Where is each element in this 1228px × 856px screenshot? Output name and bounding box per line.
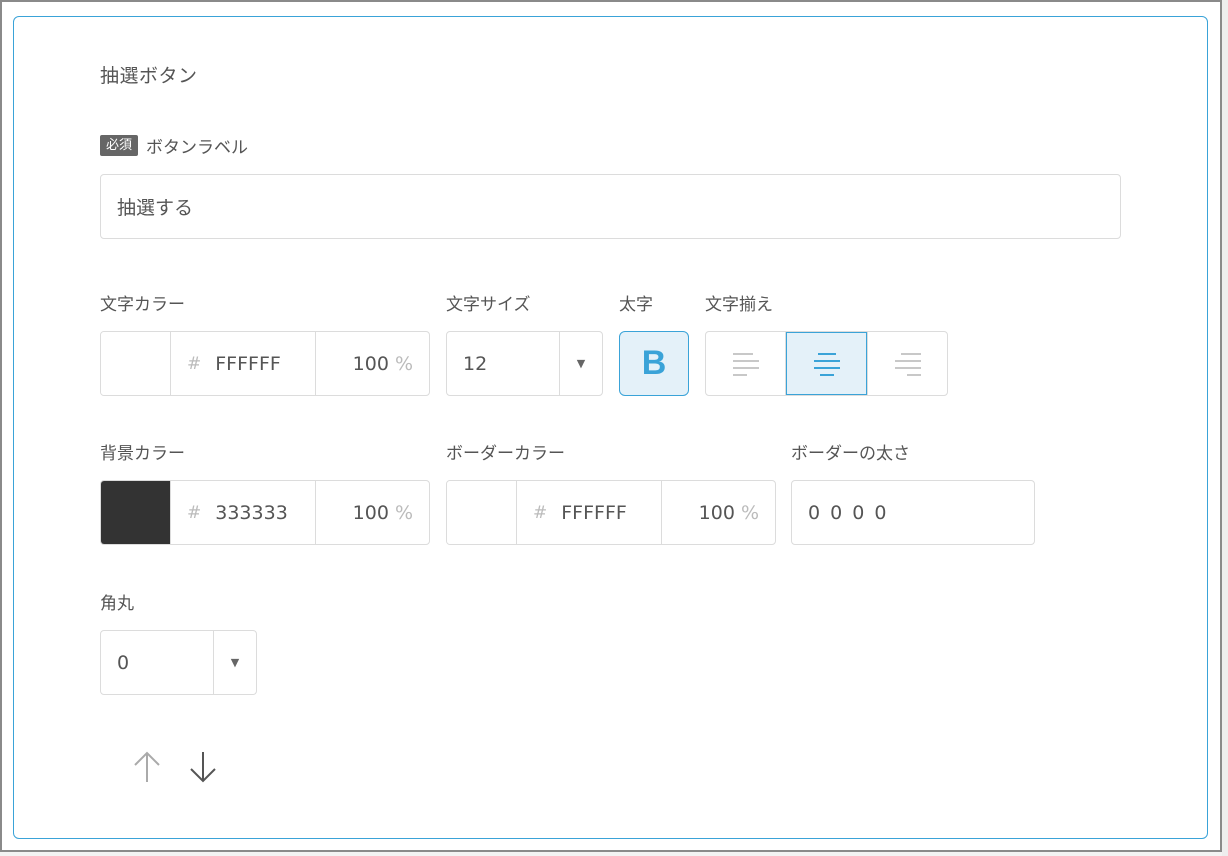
border-color-opacity-field[interactable]: 100 %: [662, 481, 775, 544]
hash-symbol: #: [533, 502, 548, 523]
bold-icon: B: [641, 344, 667, 382]
percent-symbol: %: [394, 501, 413, 524]
move-up-button[interactable]: [127, 747, 167, 787]
arrow-down-icon: [190, 752, 216, 783]
text-color-opacity-field[interactable]: 100 %: [316, 332, 429, 395]
text-color-label: 文字カラー: [100, 295, 185, 315]
scrollbar-track[interactable]: [1222, 0, 1228, 856]
text-color-swatch[interactable]: [101, 332, 171, 395]
border-color-picker: # FFFFFF 100 %: [446, 480, 776, 545]
text-size-value: 12: [463, 352, 488, 375]
align-right-button[interactable]: [867, 332, 947, 395]
text-size-select[interactable]: 12 ▼: [446, 331, 603, 396]
border-width-input[interactable]: 0 0 0 0: [791, 480, 1035, 545]
border-color-opacity-value: 100: [698, 501, 735, 524]
border-color-hex-field[interactable]: # FFFFFF: [517, 481, 662, 544]
align-left-button[interactable]: [706, 332, 786, 395]
button-label-label: ボタンラベル: [146, 138, 249, 158]
arrow-up-icon: [134, 751, 160, 782]
text-color-picker: # FFFFFF 100 %: [100, 331, 430, 396]
text-align-label: 文字揃え: [705, 295, 773, 315]
bg-color-swatch[interactable]: [101, 481, 171, 544]
corner-radius-value: 0: [117, 651, 130, 674]
corner-radius-label: 角丸: [100, 594, 134, 614]
hash-symbol: #: [187, 353, 202, 374]
bg-color-hex-value: 333333: [215, 501, 288, 524]
bold-toggle-button[interactable]: B: [619, 331, 689, 396]
text-size-label: 文字サイズ: [446, 295, 531, 315]
bg-color-opacity-field[interactable]: 100 %: [316, 481, 429, 544]
section-title: 抽選ボタン: [100, 65, 198, 87]
left-align-icon: [732, 352, 759, 376]
hash-symbol: #: [187, 502, 202, 523]
bg-color-opacity-value: 100: [352, 501, 389, 524]
button-label-input[interactable]: [100, 174, 1121, 239]
caret-down-icon: ▼: [559, 332, 602, 395]
percent-symbol: %: [740, 501, 759, 524]
caret-down-icon: ▼: [213, 631, 256, 694]
corner-radius-select[interactable]: 0 ▼: [100, 630, 257, 695]
percent-symbol: %: [394, 352, 413, 375]
bg-color-picker: # 333333 100 %: [100, 480, 430, 545]
border-color-swatch[interactable]: [447, 481, 517, 544]
align-center-button[interactable]: [786, 332, 867, 395]
text-color-hex-value: FFFFFF: [215, 352, 281, 375]
move-down-button[interactable]: [183, 747, 223, 787]
border-color-label: ボーダーカラー: [446, 444, 565, 464]
bg-color-hex-field[interactable]: # 333333: [171, 481, 316, 544]
right-align-icon: [894, 352, 921, 376]
text-align-group: [705, 331, 948, 396]
lottery-button-settings-panel: 抽選ボタン 必須 ボタンラベル 文字カラー 文字サイズ 太字 文字揃え # FF…: [13, 16, 1208, 839]
center-align-icon: [813, 352, 840, 376]
border-width-label: ボーダーの太さ: [791, 444, 910, 464]
text-color-hex-field[interactable]: # FFFFFF: [171, 332, 316, 395]
button-label-heading: 必須 ボタンラベル: [100, 133, 248, 158]
text-color-opacity-value: 100: [352, 352, 389, 375]
required-badge: 必須: [100, 135, 139, 156]
bold-label: 太字: [619, 295, 653, 315]
border-color-hex-value: FFFFFF: [561, 501, 627, 524]
bg-color-label: 背景カラー: [100, 444, 185, 464]
